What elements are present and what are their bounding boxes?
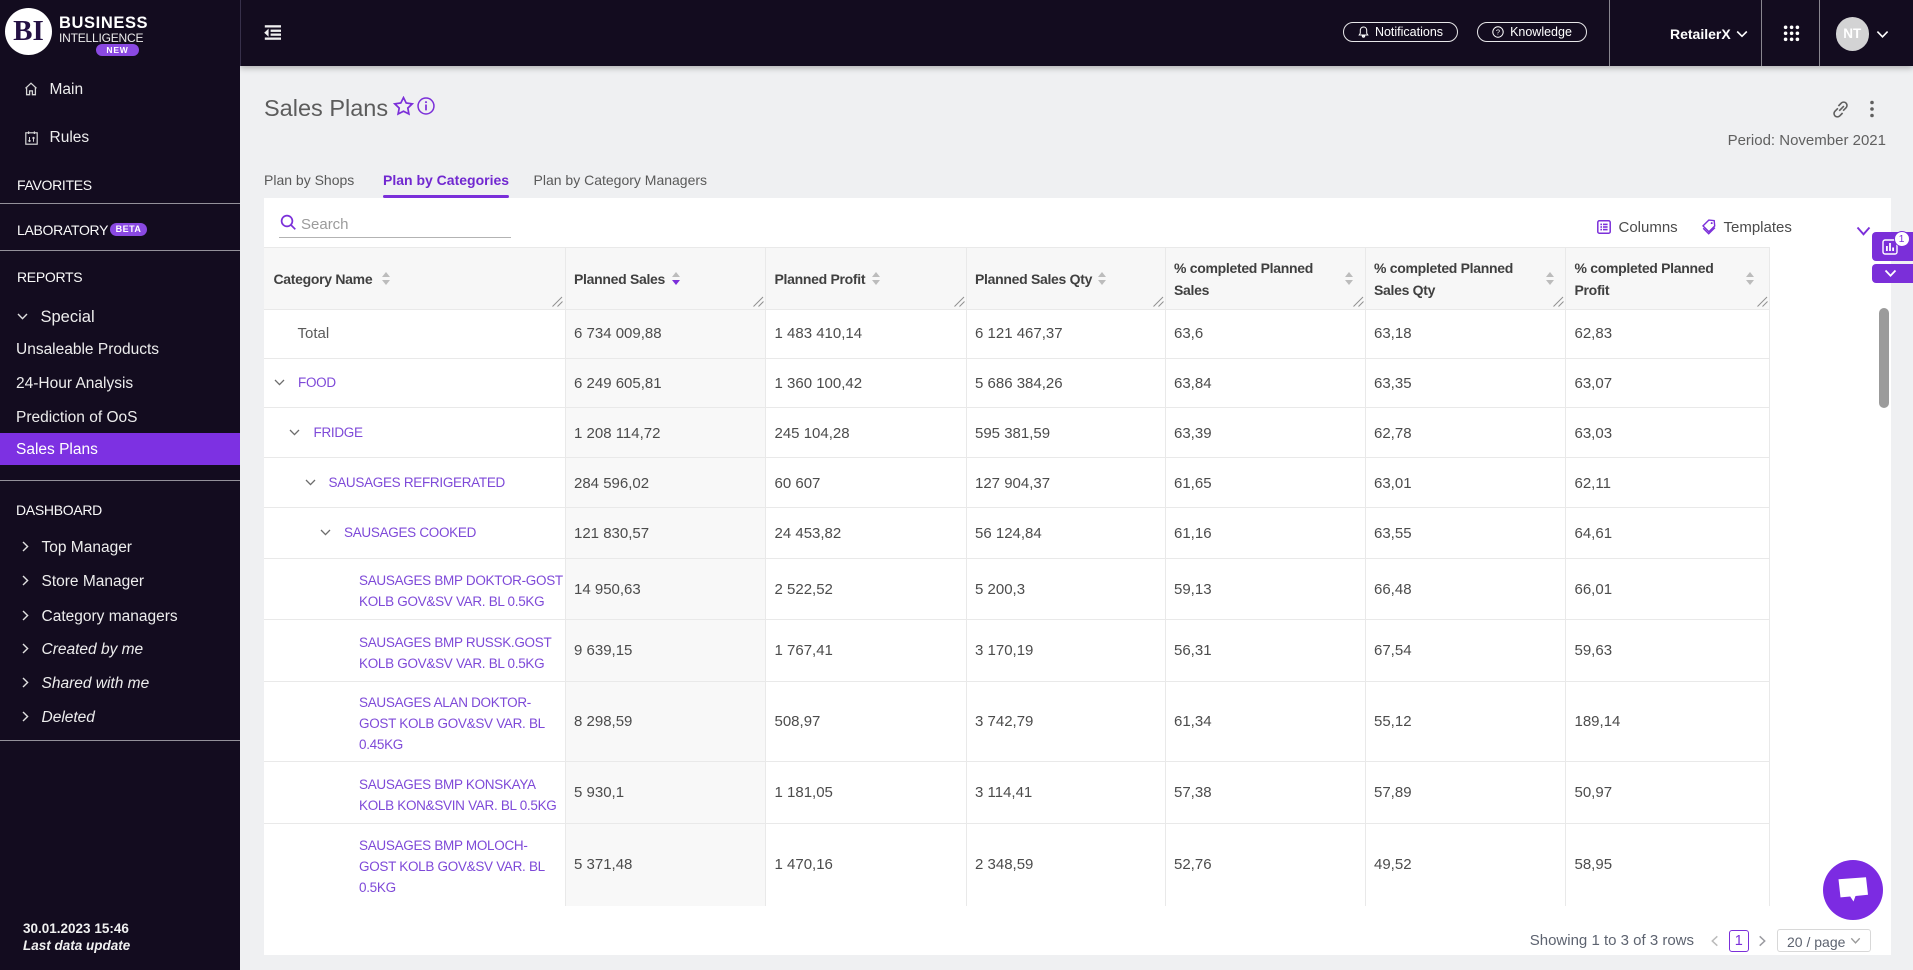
svg-text:?: ? xyxy=(1496,28,1500,37)
